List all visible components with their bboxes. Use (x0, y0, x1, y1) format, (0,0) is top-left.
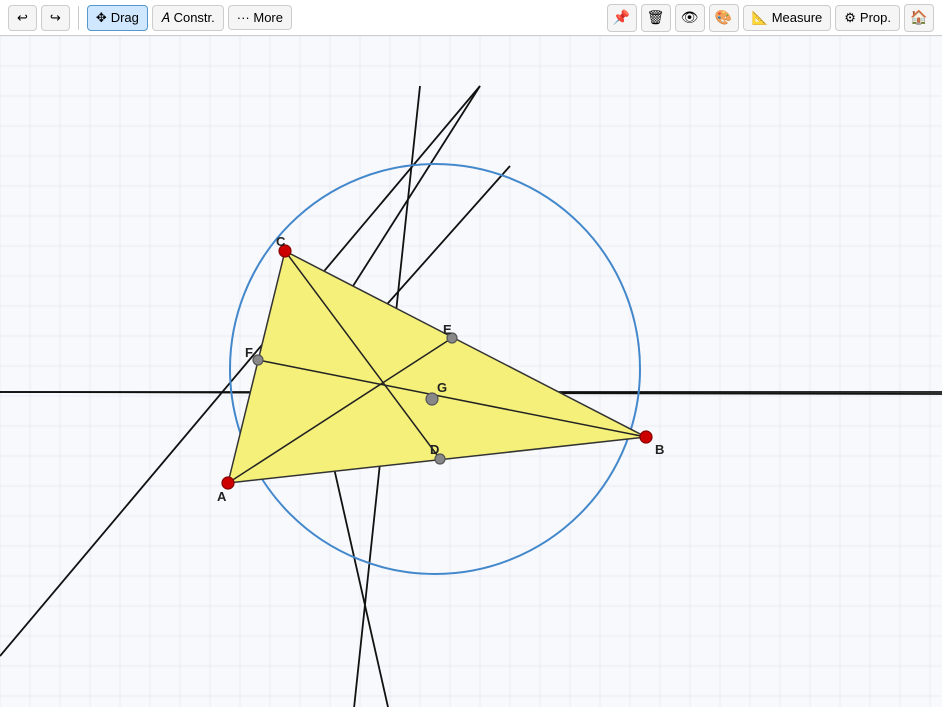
measure-icon: 📐 (752, 10, 768, 26)
label-b: B (655, 442, 664, 457)
more-button[interactable]: ··· More (228, 5, 292, 30)
eye-button[interactable]: 👁 (675, 4, 705, 32)
point-b[interactable] (640, 431, 652, 443)
style-button[interactable]: 🎨 (709, 4, 739, 32)
undo-button[interactable]: ↩ (8, 5, 37, 31)
prop-label: Prop. (860, 10, 891, 25)
toolbar-right: 📌 🗑 👁 🎨 📐 Measure ⚙ Prop. 🏠 (607, 4, 935, 32)
drag-button[interactable]: ✥ Drag (87, 5, 148, 31)
toolbar: ↩ ↪ ✥ Drag 𝐴 Constr. ··· More 📌 🗑 👁 🎨 📐 … (0, 0, 942, 36)
point-f[interactable] (253, 355, 263, 365)
constr-button[interactable]: 𝐴 Constr. (152, 5, 224, 31)
redo-button[interactable]: ↪ (41, 5, 70, 31)
label-e: E (443, 322, 452, 337)
drag-icon: ✥ (96, 10, 107, 26)
pin-button[interactable]: 📌 (607, 4, 637, 32)
label-g: G (437, 380, 447, 395)
delete-button[interactable]: 🗑 (641, 4, 671, 32)
canvas-area[interactable]: A B C E D F G (0, 36, 942, 707)
label-c: C (276, 234, 286, 249)
drag-label: Drag (111, 10, 139, 25)
separator-1 (78, 6, 79, 30)
prop-button[interactable]: ⚙ Prop. (835, 5, 900, 31)
label-f: F (245, 345, 253, 360)
label-d: D (430, 442, 439, 457)
more-label: ··· More (237, 10, 283, 25)
geometry-svg[interactable]: A B C E D F G (0, 36, 942, 707)
constr-label: Constr. (174, 10, 215, 25)
home-button[interactable]: 🏠 (904, 4, 934, 32)
label-a: A (217, 489, 227, 504)
point-a[interactable] (222, 477, 234, 489)
measure-label: Measure (772, 10, 823, 25)
prop-icon: ⚙ (844, 10, 856, 26)
constr-icon: 𝐴 (161, 10, 170, 26)
measure-button[interactable]: 📐 Measure (743, 5, 832, 31)
